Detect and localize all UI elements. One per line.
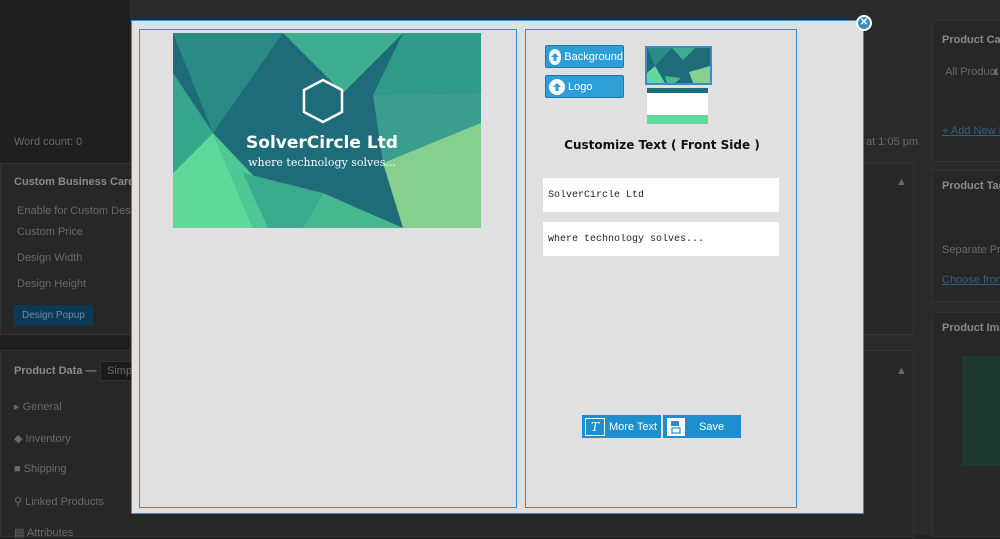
close-icon[interactable]: ✕	[856, 15, 872, 31]
save-button[interactable]: Save	[663, 415, 741, 438]
categories-heading: Product Cat	[942, 34, 1000, 46]
card-background-art	[173, 33, 481, 228]
business-card-preview[interactable]: SolverCircle Ltd where technology solves…	[173, 33, 481, 228]
tab-inventory[interactable]: ◆ Inventory	[14, 432, 71, 445]
front-thumb-art	[647, 48, 710, 83]
card-company-name[interactable]: SolverCircle Ltd	[173, 133, 471, 153]
field-label: Custom Price	[17, 226, 84, 238]
tab-label: Inventory	[25, 433, 71, 445]
tab-label: Shipping	[23, 463, 67, 475]
product-image-thumb[interactable]	[962, 356, 1000, 466]
upload-logo-label: Logo	[568, 80, 593, 93]
save-label: Save	[699, 420, 725, 433]
tab-shipping[interactable]: ■ Shipping	[14, 463, 67, 475]
tab-label: General	[22, 401, 62, 413]
upload-arrow-icon	[549, 48, 562, 65]
floppy-disk-icon	[667, 417, 685, 436]
last-edited-time: at 1:05 pm	[866, 136, 918, 148]
product-image-heading: Product Ima	[942, 322, 1000, 334]
word-count: Word count: 0	[14, 136, 83, 148]
tab-attributes[interactable]: ▤ Attributes	[14, 526, 73, 539]
scroll-arrow-icon[interactable]: ▲	[990, 66, 1000, 78]
tags-heading: Product Tag	[942, 180, 1000, 192]
field-label: Design Width	[17, 252, 83, 264]
more-text-button[interactable]: T More Text	[582, 415, 661, 438]
choose-tags-link[interactable]: Choose from	[942, 274, 1000, 286]
product-data-label: Product Data —	[14, 365, 97, 377]
back-thumb-top-band	[647, 88, 708, 93]
collapse-arrow-icon[interactable]: ▲	[896, 365, 907, 377]
front-side-thumbnail[interactable]	[645, 46, 712, 85]
add-new-category-link[interactable]: + Add New P	[942, 125, 1000, 137]
tab-general[interactable]: ▸ General	[14, 400, 62, 413]
hexagon-logo-icon	[302, 78, 344, 124]
company-name-field[interactable]	[543, 178, 779, 212]
back-thumb-bottom-band	[647, 115, 708, 124]
field-label: Enable for Custom Design	[17, 205, 146, 217]
collapse-arrow-icon[interactable]: ▲	[896, 176, 907, 188]
more-text-label: More Text	[609, 420, 658, 433]
upload-arrow-icon	[549, 78, 565, 95]
back-side-thumbnail[interactable]	[647, 88, 708, 124]
tab-label: Attributes	[26, 527, 74, 539]
tags-hint: Separate Prod	[942, 244, 1000, 256]
custom-card-heading: Custom Business Card	[14, 176, 136, 188]
upload-background-button[interactable]: Background	[545, 45, 624, 68]
text-add-icon: T	[585, 417, 605, 436]
upload-background-label: Background	[564, 50, 623, 63]
customize-text-title: Customize Text ( Front Side )	[564, 138, 760, 152]
design-popup-button[interactable]: Design Popup	[14, 305, 93, 326]
card-tagline[interactable]: where technology solves...	[173, 156, 471, 169]
tab-linked-products[interactable]: ⚲ Linked Products	[14, 495, 104, 508]
tab-label: Linked Products	[25, 496, 105, 508]
field-label: Design Height	[17, 278, 87, 290]
upload-logo-button[interactable]: Logo	[545, 75, 624, 98]
tagline-field[interactable]	[543, 222, 779, 256]
